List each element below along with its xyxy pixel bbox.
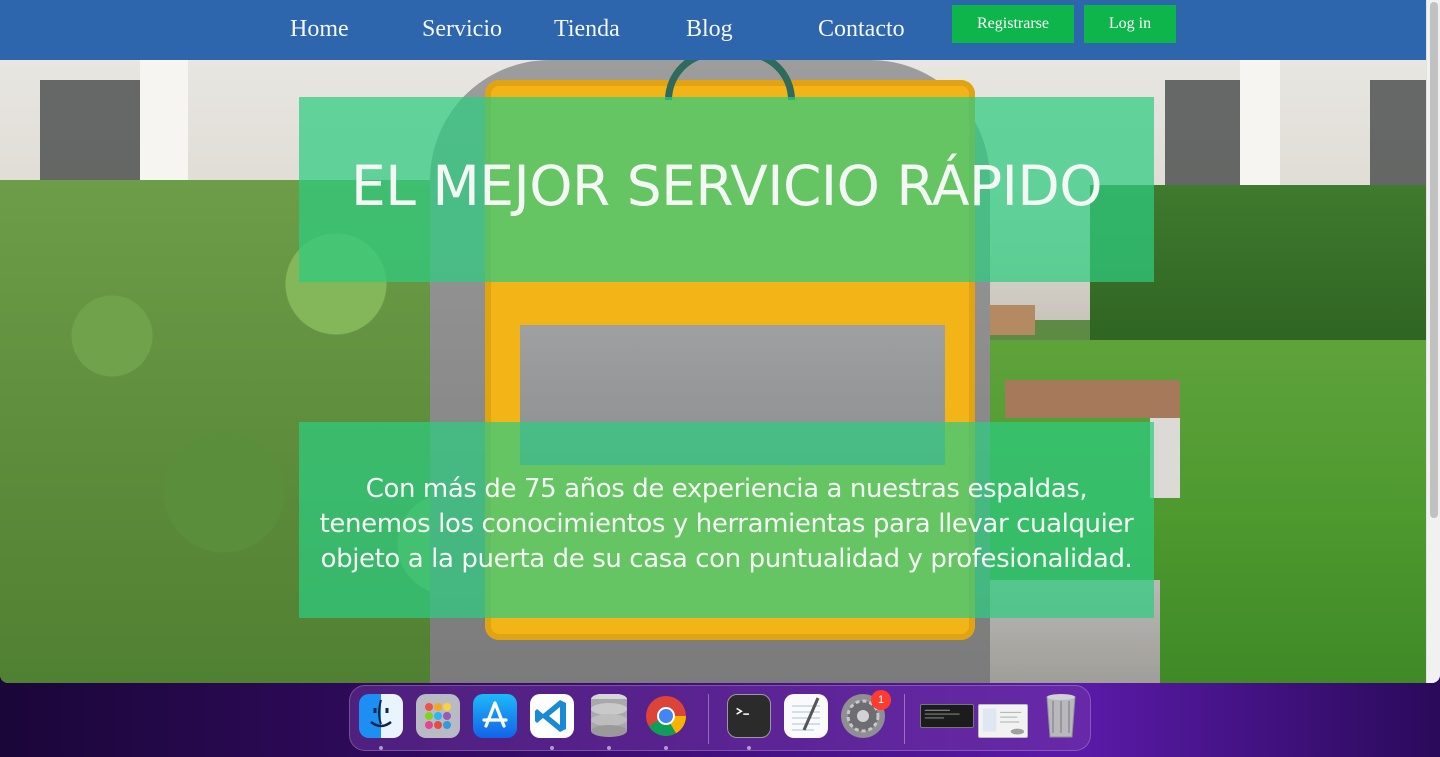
nav-link-home[interactable]: Home [290,16,349,43]
nav-link-tienda[interactable]: Tienda [554,16,620,43]
vscode-icon[interactable] [530,694,574,738]
hero-title-panel: EL MEJOR SERVICIO RÁPIDO [299,97,1154,282]
nav-link-servicio[interactable]: Servicio [422,16,502,43]
macos-dock: 1 [349,685,1091,751]
hero-description-panel: Con más de 75 años de experiencia a nues… [299,422,1154,618]
system-preferences-badge: 1 [871,690,891,710]
textedit-icon[interactable] [784,694,828,738]
launchpad-icon[interactable] [416,694,460,738]
chrome-icon[interactable] [644,694,688,738]
hero-title: EL MEJOR SERVICIO RÁPIDO [350,153,1103,218]
app-window-thumbnail-icon[interactable] [978,704,1028,738]
nav-link-contacto[interactable]: Contacto [818,16,905,43]
finder-icon[interactable] [359,694,403,738]
nav-link-blog[interactable]: Blog [686,16,733,43]
register-button[interactable]: Registrarse [952,5,1074,43]
app-store-icon[interactable] [473,694,517,738]
database-icon[interactable] [587,694,631,738]
browser-viewport: EL MEJOR SERVICIO RÁPIDO Con más de 75 a… [0,0,1440,683]
page-scrollbar[interactable] [1426,0,1440,683]
scrollbar-thumb[interactable] [1430,2,1438,518]
top-navigation: Home Servicio Tienda Blog Contacto Regis… [0,0,1426,60]
terminal-window-thumbnail-icon[interactable] [920,704,974,728]
hero-section: EL MEJOR SERVICIO RÁPIDO Con más de 75 a… [0,60,1426,683]
terminal-icon[interactable] [727,694,771,738]
hero-description: Con más de 75 años de experiencia a nues… [319,473,1134,574]
login-button[interactable]: Log in [1084,5,1176,43]
trash-icon[interactable] [1039,694,1083,738]
